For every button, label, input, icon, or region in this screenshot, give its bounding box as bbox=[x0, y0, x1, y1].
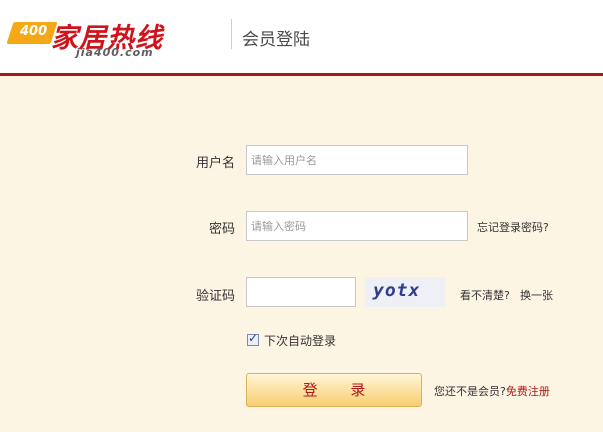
register-link[interactable]: 免费注册 bbox=[506, 385, 550, 398]
register-prompt: 您还不是会员?免费注册 bbox=[434, 383, 550, 399]
password-input[interactable] bbox=[246, 211, 468, 241]
not-member-text: 您还不是会员? bbox=[434, 385, 506, 398]
forgot-password-link[interactable]: 忘记登录密码? bbox=[477, 219, 549, 235]
refresh-captcha-prompt: 看不清楚? bbox=[460, 289, 510, 302]
username-label: 用户名 bbox=[195, 156, 235, 171]
logo-domain: jia400.com bbox=[76, 46, 154, 59]
captcha-image[interactable]: yotx bbox=[365, 277, 445, 307]
site-logo[interactable]: 400 家居热线 jia400.com bbox=[6, 10, 222, 62]
username-input[interactable] bbox=[246, 145, 468, 175]
captcha-input[interactable] bbox=[246, 277, 356, 307]
header-divider bbox=[231, 19, 232, 49]
captcha-image-text: yotx bbox=[373, 280, 421, 301]
password-label: 密码 bbox=[208, 222, 235, 237]
header: 400 家居热线 jia400.com 会员登陆 bbox=[0, 0, 603, 73]
captcha-label: 验证码 bbox=[195, 289, 235, 304]
logo-badge-text: 400 bbox=[20, 24, 48, 39]
refresh-captcha-link[interactable]: 换一张 bbox=[520, 287, 553, 303]
checkmark-icon: ✓ bbox=[248, 331, 259, 345]
login-button[interactable]: 登 录 bbox=[246, 373, 422, 407]
remember-me-checkbox[interactable]: ✓ bbox=[247, 331, 259, 346]
remember-me-label[interactable]: 下次自动登录 bbox=[264, 332, 336, 349]
page-title: 会员登陆 bbox=[242, 30, 310, 50]
